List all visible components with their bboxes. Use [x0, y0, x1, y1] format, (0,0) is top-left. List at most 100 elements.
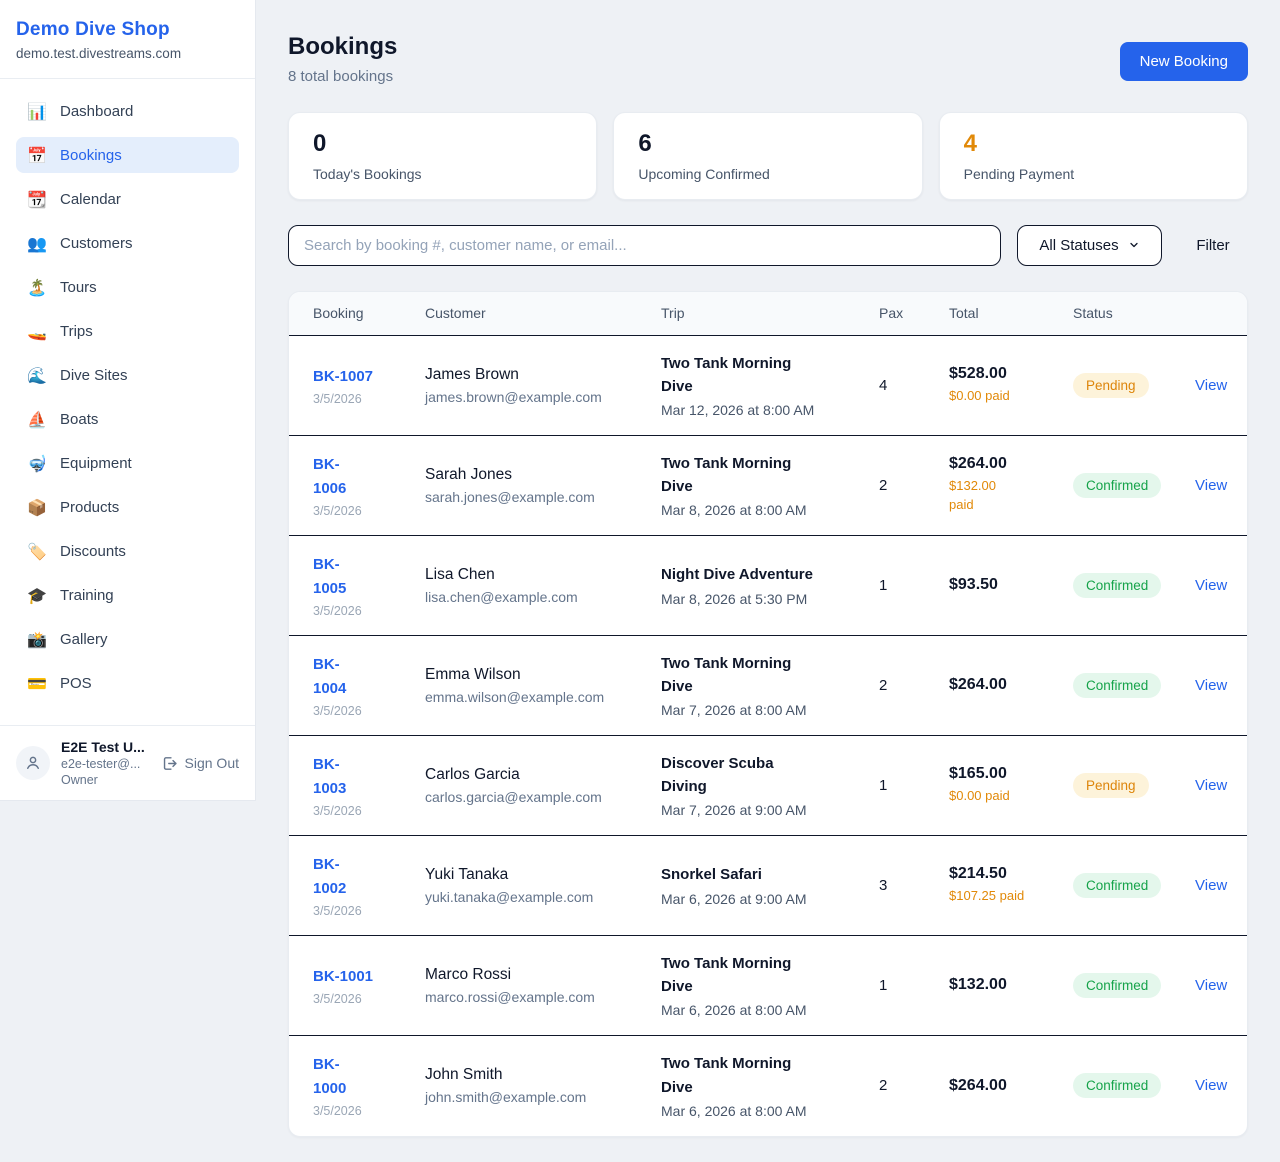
filter-row: All Statuses Filter [288, 225, 1248, 266]
status-badge: Confirmed [1073, 973, 1161, 998]
logout-icon [161, 755, 178, 772]
booking-date: 3/5/2026 [313, 392, 425, 406]
booking-id-link[interactable]: BK-1007 [313, 365, 425, 389]
sidebar-item-boats[interactable]: ⛵ Boats [16, 401, 239, 437]
table-row: BK- 1006 3/5/2026 Sarah Jones sarah.jone… [289, 436, 1247, 536]
pax-count: 2 [879, 1077, 949, 1094]
total-amount: $264.00 [949, 1077, 1073, 1095]
booking-id-link[interactable]: BK- 1002 [313, 853, 425, 901]
status-badge: Confirmed [1073, 573, 1161, 598]
view-link[interactable]: View [1195, 877, 1225, 894]
sidebar-item-calendar[interactable]: 📆 Calendar [16, 181, 239, 217]
search-input[interactable] [288, 225, 1001, 266]
sidebar-item-bookings[interactable]: 📅 Bookings [16, 137, 239, 173]
sidebar-item-trips[interactable]: 🚤 Trips [16, 313, 239, 349]
filter-button[interactable]: Filter [1178, 237, 1248, 254]
booking-id-link[interactable]: BK- 1003 [313, 753, 425, 801]
view-link[interactable]: View [1195, 777, 1225, 794]
sidebar-item-dive-sites[interactable]: 🌊 Dive Sites [16, 357, 239, 393]
sidebar-item-training[interactable]: 🎓 Training [16, 577, 239, 613]
table-row: BK- 1004 3/5/2026 Emma Wilson emma.wilso… [289, 636, 1247, 736]
sidebar-item-discounts[interactable]: 🏷️ Discounts [16, 533, 239, 569]
stat-label: Upcoming Confirmed [638, 166, 897, 182]
sidebar-item-customers[interactable]: 👥 Customers [16, 225, 239, 261]
sidebar-item-label: Products [60, 499, 119, 516]
trip-name: Two Tank Morning Dive [661, 352, 879, 399]
view-link[interactable]: View [1195, 677, 1225, 694]
sidebar-item-dashboard[interactable]: 📊 Dashboard [16, 93, 239, 129]
paid-amount: $107.25 paid [949, 887, 1073, 906]
sign-out-button[interactable]: Sign Out [161, 755, 239, 772]
chevron-down-icon [1128, 239, 1140, 251]
sidebar-item-label: Dashboard [60, 103, 133, 120]
sidebar-item-label: POS [60, 675, 92, 692]
people-icon: 👥 [27, 234, 47, 253]
sidebar-item-label: Training [60, 587, 114, 604]
stat-value: 4 [964, 130, 1223, 158]
booking-id-link[interactable]: BK- 1005 [313, 553, 425, 601]
diving-mask-icon: 🤿 [27, 454, 47, 473]
booking-id-link[interactable]: BK- 1004 [313, 653, 425, 701]
total-amount: $528.00 [949, 365, 1073, 383]
calendar-date-icon: 📅 [27, 146, 47, 165]
total-bookings-subtitle: 8 total bookings [288, 68, 397, 85]
pax-count: 4 [879, 377, 949, 394]
stat-card-upcoming-confirmed: 6 Upcoming Confirmed [613, 112, 922, 200]
sailboat-icon: ⛵ [27, 410, 47, 429]
sidebar-item-label: Calendar [60, 191, 121, 208]
stat-label: Today's Bookings [313, 166, 572, 182]
trip-datetime: Mar 8, 2026 at 8:00 AM [661, 502, 879, 518]
page: Demo Dive Shop demo.test.divestreams.com… [0, 0, 1280, 1162]
calendar-icon: 📆 [27, 190, 47, 209]
sidebar-item-products[interactable]: 📦 Products [16, 489, 239, 525]
status-filter-select[interactable]: All Statuses [1017, 225, 1162, 266]
sidebar: Demo Dive Shop demo.test.divestreams.com… [0, 0, 256, 801]
trip-name: Two Tank Morning Dive [661, 1052, 879, 1099]
new-booking-button[interactable]: New Booking [1120, 42, 1248, 81]
trip-datetime: Mar 6, 2026 at 8:00 AM [661, 1002, 879, 1018]
wave-icon: 🌊 [27, 366, 47, 385]
table-row: BK-1001 3/5/2026 Marco Rossi marco.rossi… [289, 936, 1247, 1036]
booking-id-link[interactable]: BK-1001 [313, 965, 425, 989]
user-icon [24, 754, 42, 772]
trip-name: Two Tank Morning Dive [661, 952, 879, 999]
view-link[interactable]: View [1195, 477, 1225, 494]
trip-datetime: Mar 6, 2026 at 8:00 AM [661, 1103, 879, 1119]
customer-name: Carlos Garcia [425, 766, 661, 784]
stat-value: 0 [313, 130, 572, 158]
customer-email: carlos.garcia@example.com [425, 789, 661, 805]
sidebar-item-gallery[interactable]: 📸 Gallery [16, 621, 239, 657]
view-link[interactable]: View [1195, 577, 1225, 594]
booking-id-link[interactable]: BK- 1006 [313, 453, 425, 501]
paid-amount: $132.00 paid [949, 477, 1073, 515]
col-header-booking: Booking [313, 305, 425, 321]
total-amount: $165.00 [949, 765, 1073, 783]
view-link[interactable]: View [1195, 1077, 1225, 1094]
sidebar-item-tours[interactable]: 🏝️ Tours [16, 269, 239, 305]
app-title: Demo Dive Shop [16, 19, 239, 41]
total-amount: $132.00 [949, 976, 1073, 994]
sidebar-item-label: Boats [60, 411, 98, 428]
trip-datetime: Mar 6, 2026 at 9:00 AM [661, 891, 879, 907]
status-badge: Confirmed [1073, 873, 1161, 898]
page-header: Bookings 8 total bookings New Booking [288, 33, 1248, 85]
sidebar-item-equipment[interactable]: 🤿 Equipment [16, 445, 239, 481]
sidebar-item-pos[interactable]: 💳 POS [16, 665, 239, 701]
total-amount: $214.50 [949, 865, 1073, 883]
col-header-status: Status [1073, 305, 1195, 321]
sidebar-nav: 📊 Dashboard 📅 Bookings 📆 Calendar 👥 Cust… [0, 79, 255, 725]
view-link[interactable]: View [1195, 977, 1225, 994]
dashboard-icon: 📊 [27, 102, 47, 121]
app-domain: demo.test.divestreams.com [16, 46, 239, 61]
booking-date: 3/5/2026 [313, 504, 425, 518]
table-row: BK- 1000 3/5/2026 John Smith john.smith@… [289, 1036, 1247, 1136]
pax-count: 2 [879, 477, 949, 494]
user-name: E2E Test U... [61, 739, 145, 755]
status-badge: Confirmed [1073, 673, 1161, 698]
sidebar-user-footer: E2E Test U... e2e-tester@... Owner Sign … [0, 725, 255, 800]
pax-count: 2 [879, 677, 949, 694]
trip-datetime: Mar 12, 2026 at 8:00 AM [661, 402, 879, 418]
view-link[interactable]: View [1195, 377, 1225, 394]
customer-email: marco.rossi@example.com [425, 989, 661, 1005]
booking-id-link[interactable]: BK- 1000 [313, 1053, 425, 1101]
